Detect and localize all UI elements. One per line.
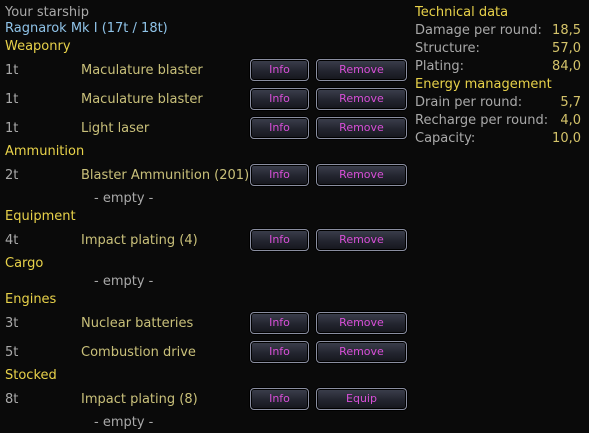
remove-button[interactable]: Remove	[316, 88, 407, 110]
remove-button[interactable]: Remove	[316, 164, 407, 186]
section-equipment: Equipment	[5, 209, 76, 224]
stat-value: 4,0	[560, 113, 581, 128]
item-name: Maculature blaster	[81, 92, 203, 107]
stat-label: Plating:	[415, 59, 464, 74]
remove-button[interactable]: Remove	[316, 341, 407, 363]
info-button[interactable]: Info	[250, 341, 309, 363]
technical-data-title: Technical data	[415, 5, 509, 20]
item-weight: 2t	[5, 168, 19, 183]
info-button[interactable]: Info	[250, 229, 309, 251]
item-name: Impact plating (4)	[81, 233, 198, 248]
empty-label: - empty -	[94, 415, 154, 430]
stat-value: 57,0	[552, 41, 581, 56]
stat-label: Structure:	[415, 41, 480, 56]
section-ammunition: Ammunition	[5, 144, 85, 159]
stat-value: 84,0	[552, 59, 581, 74]
info-button[interactable]: Info	[250, 88, 309, 110]
info-button[interactable]: Info	[250, 388, 309, 410]
item-name: Nuclear batteries	[81, 316, 194, 331]
remove-button[interactable]: Remove	[316, 229, 407, 251]
stat-value: 18,5	[552, 23, 581, 38]
item-weight: 1t	[5, 121, 19, 136]
item-weight: 8t	[5, 392, 19, 407]
remove-button[interactable]: Remove	[316, 117, 407, 139]
item-weight: 5t	[5, 345, 19, 360]
item-name: Light laser	[81, 121, 150, 136]
section-stocked: Stocked	[5, 368, 57, 383]
stat-value: 5,7	[560, 95, 581, 110]
stat-label: Capacity:	[415, 131, 476, 146]
stat-value: 10,0	[552, 131, 581, 146]
ship-name: Ragnarok Mk I (17t / 18t)	[5, 21, 168, 36]
item-name: Maculature blaster	[81, 63, 203, 78]
section-weaponry: Weaponry	[5, 39, 71, 54]
energy-management-title: Energy management	[415, 77, 552, 92]
item-weight: 1t	[5, 63, 19, 78]
item-name: Combustion drive	[81, 345, 196, 360]
section-cargo: Cargo	[5, 256, 44, 271]
info-button[interactable]: Info	[250, 164, 309, 186]
page-title: Your starship	[5, 5, 89, 20]
remove-button[interactable]: Remove	[316, 59, 407, 81]
info-button[interactable]: Info	[250, 117, 309, 139]
section-engines: Engines	[5, 292, 57, 307]
remove-button[interactable]: Remove	[316, 312, 407, 334]
info-button[interactable]: Info	[250, 312, 309, 334]
item-weight: 1t	[5, 92, 19, 107]
item-name: Impact plating (8)	[81, 392, 198, 407]
item-weight: 3t	[5, 316, 19, 331]
item-weight: 4t	[5, 233, 19, 248]
item-name: Blaster Ammunition (201)	[81, 168, 250, 183]
info-button[interactable]: Info	[250, 59, 309, 81]
empty-label: - empty -	[94, 191, 154, 206]
stat-label: Drain per round:	[415, 95, 523, 110]
empty-label: - empty -	[94, 274, 154, 289]
equip-button[interactable]: Equip	[316, 388, 407, 410]
